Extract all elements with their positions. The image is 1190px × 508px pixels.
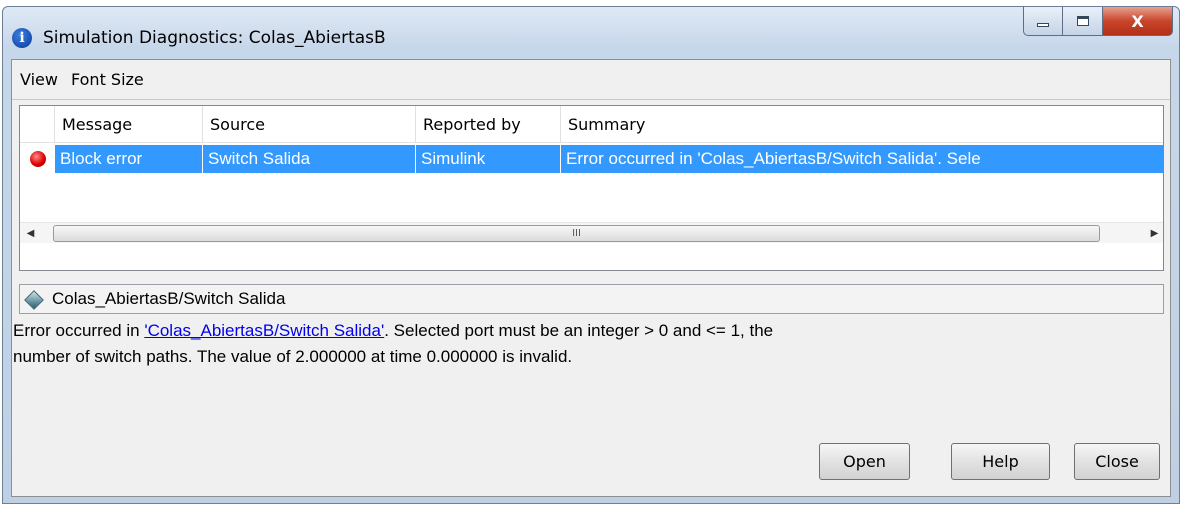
cell-message: Block error (55, 145, 203, 173)
cell-reported-by: Simulink (416, 145, 561, 173)
table-row[interactable]: Block error Switch Salida Simulink Error… (20, 145, 1163, 173)
open-button[interactable]: Open (819, 443, 910, 480)
column-header-source[interactable]: Source (203, 106, 416, 143)
maximize-icon (1076, 16, 1089, 26)
column-header-reported-by[interactable]: Reported by (416, 106, 561, 143)
block-link[interactable]: 'Colas_AbiertasB/Switch Salida' (144, 321, 384, 340)
window-controls: X (1023, 7, 1173, 36)
diagnostics-table: Message Source Reported by Summary Block… (19, 105, 1164, 271)
minimize-icon (1037, 23, 1049, 27)
error-message-line-1: Error occurred in 'Colas_AbiertasB/Switc… (13, 318, 1163, 344)
column-header-status[interactable] (20, 106, 55, 143)
help-button[interactable]: Help (951, 443, 1050, 480)
cell-summary: Error occurred in 'Colas_AbiertasB/Switc… (561, 145, 1163, 173)
close-icon: X (1131, 11, 1144, 31)
horizontal-scrollbar[interactable]: ◀ III ▶ (20, 222, 1163, 244)
column-header-summary[interactable]: Summary (561, 106, 1163, 143)
close-window-button[interactable]: X (1103, 7, 1173, 36)
cell-source: Switch Salida (203, 145, 416, 173)
client-area: View Font Size Message Source Reported b… (11, 59, 1171, 497)
menu-font-size[interactable]: Font Size (71, 70, 144, 89)
menu-bar: View Font Size (12, 60, 1170, 100)
scroll-left-arrow-icon[interactable]: ◀ (20, 223, 41, 244)
block-path: Colas_AbiertasB/Switch Salida (52, 289, 286, 308)
error-message: Error occurred in 'Colas_AbiertasB/Switc… (13, 318, 1163, 370)
error-prefix: Error occurred in (13, 321, 145, 340)
error-message-line-2: number of switch paths. The value of 2.0… (13, 347, 573, 366)
title-bar[interactable]: i Simulation Diagnostics: Colas_Abiertas… (3, 7, 1179, 59)
block-path-bar: Colas_AbiertasB/Switch Salida (19, 284, 1164, 314)
block-diamond-icon (24, 290, 44, 310)
minimize-button[interactable] (1023, 7, 1063, 36)
window-title: Simulation Diagnostics: Colas_AbiertasB (43, 28, 386, 48)
info-icon: i (12, 28, 32, 48)
scrollbar-thumb[interactable]: III (53, 225, 1100, 242)
maximize-button[interactable] (1063, 7, 1103, 36)
error-line1-rest: . Selected port must be an integer > 0 a… (384, 321, 774, 340)
error-dot-icon (30, 151, 46, 167)
table-header: Message Source Reported by Summary (20, 106, 1163, 143)
diagnostics-window: i Simulation Diagnostics: Colas_Abiertas… (2, 6, 1180, 504)
close-button[interactable]: Close (1074, 443, 1160, 480)
menu-view[interactable]: View (20, 70, 58, 89)
column-header-message[interactable]: Message (55, 106, 203, 143)
scroll-right-arrow-icon[interactable]: ▶ (1144, 223, 1163, 244)
